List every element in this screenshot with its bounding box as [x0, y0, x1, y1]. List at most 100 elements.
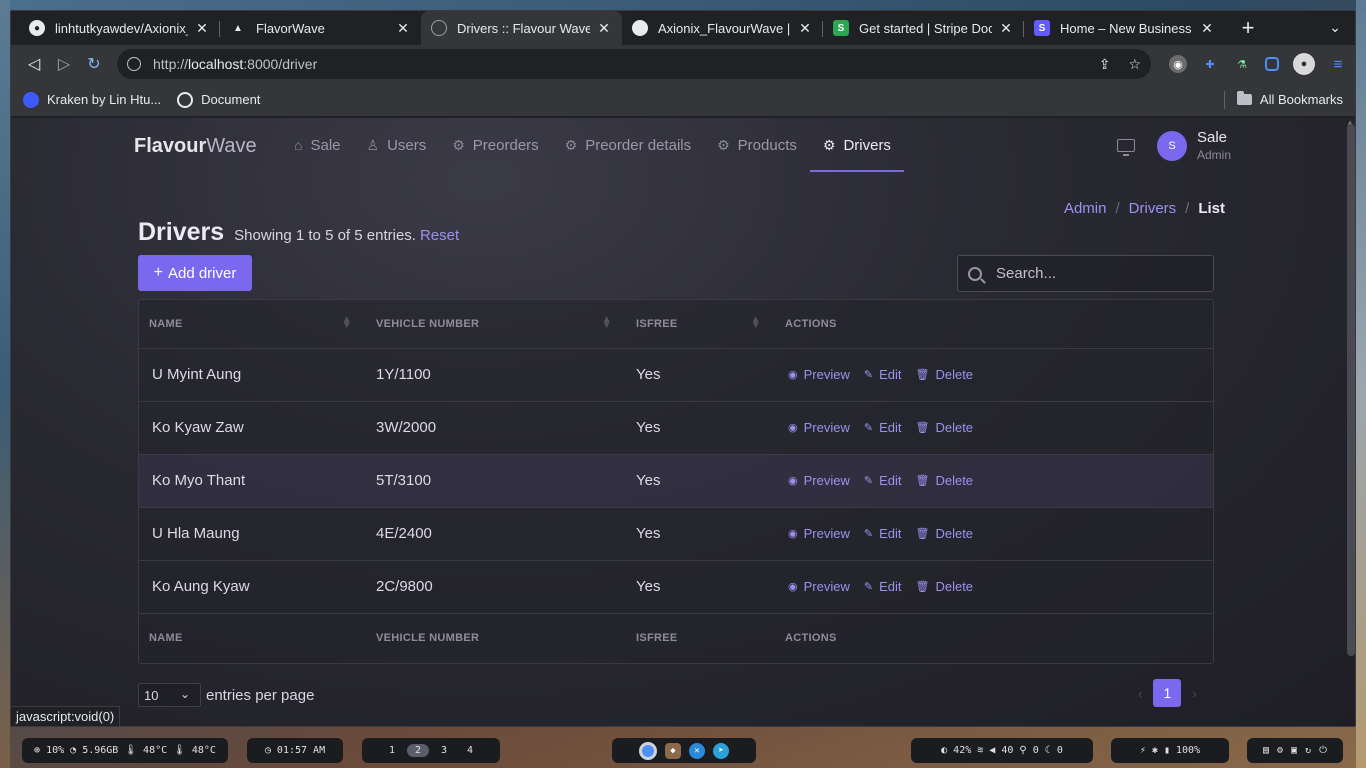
scrollbar[interactable]: [1347, 124, 1355, 656]
system-tray[interactable]: ◐ 42% ≋ ◀ 40 ⚲ 0 ☾ 0: [911, 738, 1093, 763]
preview-button[interactable]: ◉ Preview: [788, 579, 850, 594]
sort-icon[interactable]: ▲ ▼: [751, 315, 761, 331]
battery-status[interactable]: ⚡ ✱ ▮ 100%: [1111, 738, 1229, 763]
vscode-icon[interactable]: ✕: [689, 742, 705, 759]
workspace-4[interactable]: 4: [459, 744, 481, 757]
new-tab-button[interactable]: +: [1231, 11, 1265, 45]
sort-icon[interactable]: ▲ ▼: [602, 315, 612, 331]
menu-item-products[interactable]: ⚙ Products: [704, 118, 810, 172]
action-label: Edit: [879, 526, 902, 541]
brave-icon[interactable]: ◆: [665, 742, 681, 759]
cell-actions: ◉ Preview ✎ Edit 🗑 Delete: [775, 400, 1213, 454]
edit-button[interactable]: ✎ Edit: [864, 367, 902, 382]
sort-icon[interactable]: ▲ ▼: [342, 315, 352, 331]
close-icon[interactable]: ✕: [998, 20, 1014, 37]
menu-item-preorder-details[interactable]: ⚙ Preorder details: [552, 118, 704, 172]
close-icon[interactable]: ✕: [1199, 20, 1215, 37]
column-header-isfree[interactable]: ISFREE ▲ ▼: [626, 300, 775, 348]
back-button[interactable]: ◁: [19, 49, 49, 79]
workspace-2[interactable]: 2: [406, 744, 429, 757]
column-header-vehicle[interactable]: VEHICLE NUMBER ▲ ▼: [366, 300, 626, 348]
lock-icon[interactable]: ▤: [1263, 745, 1269, 756]
brand-part-1: Flavour: [134, 135, 207, 157]
screenshot-icon[interactable]: ▣: [1291, 745, 1297, 756]
next-page-button[interactable]: ›: [1192, 686, 1196, 701]
edit-button[interactable]: ✎ Edit: [864, 579, 902, 594]
address-bar[interactable]: http://localhost:8000/driver ⇪ ☆: [117, 49, 1151, 79]
chevron-down-icon[interactable]: ⌄: [1329, 19, 1341, 36]
breadcrumb-drivers[interactable]: Drivers: [1129, 200, 1177, 217]
tab-axionix[interactable]: Axionix_FlavourWave | ✕: [622, 11, 823, 45]
per-page-select[interactable]: 10 ⌄: [138, 683, 201, 707]
close-icon[interactable]: ✕: [797, 20, 813, 37]
close-icon[interactable]: ✕: [596, 20, 612, 37]
workspace-1[interactable]: 1: [381, 744, 403, 757]
close-icon[interactable]: ✕: [395, 20, 411, 37]
workspace-3[interactable]: 3: [433, 744, 455, 757]
delete-button[interactable]: 🗑 Delete: [915, 473, 973, 488]
brand-logo[interactable]: FlavourWave: [134, 135, 257, 158]
preview-button[interactable]: ◉ Preview: [788, 526, 850, 541]
eye-icon: ◉: [788, 369, 798, 381]
page-content: ▲ FlavourWave ⌂ Sale ♙ Users ⚙ Preorders: [11, 118, 1355, 726]
menu-item-sale[interactable]: ⌂ Sale: [281, 118, 354, 172]
edit-button[interactable]: ✎ Edit: [864, 526, 902, 541]
delete-button[interactable]: 🗑 Delete: [915, 526, 973, 541]
avatar[interactable]: S: [1156, 130, 1187, 161]
reload-button[interactable]: ↻: [79, 49, 109, 79]
preview-button[interactable]: ◉ Preview: [788, 367, 850, 382]
tab-drivers[interactable]: Drivers :: Flavour Wave ✕: [421, 11, 622, 45]
breadcrumb-admin[interactable]: Admin: [1064, 200, 1107, 217]
menu-icon[interactable]: ≡: [1329, 55, 1347, 73]
puzzle-icon[interactable]: ✚: [1201, 55, 1219, 73]
flask-icon[interactable]: ⚗: [1233, 55, 1251, 73]
profile-avatar-icon[interactable]: ●: [1293, 53, 1315, 75]
search-box[interactable]: [957, 255, 1214, 292]
info-icon[interactable]: [127, 57, 141, 71]
all-bookmarks[interactable]: All Bookmarks: [1223, 90, 1343, 109]
workspace-switcher: 1 2 3 4: [362, 738, 500, 763]
page-button-current[interactable]: 1: [1153, 679, 1182, 707]
user-info[interactable]: Sale Admin: [1197, 129, 1231, 162]
add-driver-button[interactable]: + Add driver: [138, 255, 252, 291]
reset-link[interactable]: Reset: [420, 227, 459, 244]
close-icon[interactable]: ✕: [194, 20, 210, 37]
search-input[interactable]: [996, 265, 1196, 282]
chrome-icon[interactable]: [639, 741, 657, 760]
prev-page-button[interactable]: ‹: [1138, 686, 1142, 701]
delete-button[interactable]: 🗑 Delete: [915, 367, 973, 382]
bookmark-kraken[interactable]: Kraken by Lin Htu...: [23, 91, 161, 108]
edit-button[interactable]: ✎ Edit: [864, 420, 902, 435]
logout-icon[interactable]: ↻: [1305, 745, 1311, 756]
settings-icon[interactable]: ⚙: [1277, 745, 1283, 756]
monitor-icon[interactable]: [1116, 139, 1135, 156]
column-header-name[interactable]: NAME ▲ ▼: [139, 300, 366, 348]
bookmark-document[interactable]: Document: [177, 91, 260, 108]
share-icon[interactable]: ⇪: [1099, 56, 1111, 73]
sidebar-icon[interactable]: [1265, 57, 1279, 71]
tab-new-business[interactable]: S Home – New Business ✕: [1024, 11, 1225, 45]
trash-icon: 🗑: [915, 422, 930, 434]
tab-github[interactable]: ● linhtutkyawdev/Axionix_ ✕: [19, 11, 220, 45]
edit-button[interactable]: ✎ Edit: [864, 473, 902, 488]
delete-button[interactable]: 🗑 Delete: [915, 420, 973, 435]
power-icon[interactable]: ⏻: [1319, 745, 1327, 756]
tab-stripe-docs[interactable]: S Get started | Stripe Doc ✕: [823, 11, 1024, 45]
preview-button[interactable]: ◉ Preview: [788, 420, 850, 435]
extension-icon[interactable]: ◉: [1169, 55, 1187, 73]
menu-item-users[interactable]: ♙ Users: [354, 118, 440, 172]
delete-button[interactable]: 🗑 Delete: [915, 579, 973, 594]
tab-flavorwave[interactable]: ▲ FlavorWave ✕: [220, 11, 421, 45]
menu-item-drivers[interactable]: ⚙ Drivers: [809, 118, 905, 172]
preview-button[interactable]: ◉ Preview: [788, 473, 850, 488]
table-row: Ko Kyaw Zaw 3W/2000 Yes ◉ Preview ✎ Edit 🗑…: [139, 400, 1213, 454]
all-bookmarks-label: All Bookmarks: [1259, 92, 1343, 107]
trash-icon: 🗑: [915, 581, 930, 593]
per-page-label: entries per page: [206, 686, 315, 704]
telegram-icon[interactable]: ➤: [713, 742, 729, 759]
footer-header-actions: ACTIONS: [775, 612, 1213, 662]
clock[interactable]: ◷ 01:57 AM: [247, 738, 343, 763]
menu-item-preorders[interactable]: ⚙ Preorders: [439, 118, 551, 172]
bookmark-icon[interactable]: ☆: [1128, 56, 1141, 73]
forward-button[interactable]: ▷: [49, 49, 79, 79]
